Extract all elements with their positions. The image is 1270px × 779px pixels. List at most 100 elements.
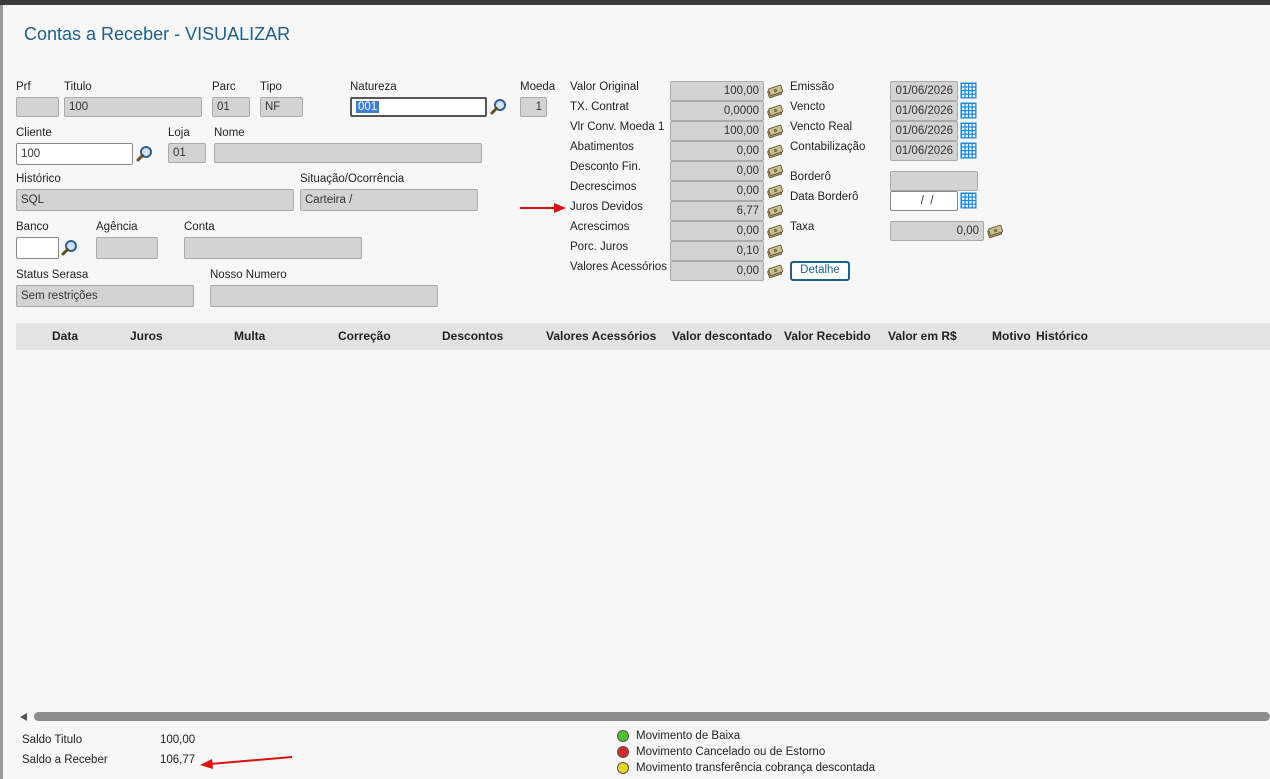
vencto-real-label: Vencto Real <box>790 121 853 133</box>
porc-juros-label: Porc. Juros <box>570 241 629 253</box>
legend-baixa-label: Movimento de Baixa <box>636 730 741 742</box>
col-juros[interactable]: Juros <box>130 329 163 343</box>
valores-acessorios-field[interactable]: 0,00 <box>670 261 764 281</box>
saldo-titulo-value: 100,00 <box>160 734 196 746</box>
col-correcao[interactable]: Correção <box>338 329 391 343</box>
money-icon[interactable] <box>766 103 784 119</box>
saldo-receber-label: Saldo a Receber <box>22 754 108 766</box>
banco-input[interactable] <box>16 237 59 259</box>
calendar-icon[interactable] <box>960 122 977 139</box>
vlr-conv-field[interactable]: 100,00 <box>670 121 764 141</box>
moeda-label: Moeda <box>520 81 556 93</box>
situacao-label: Situação/Ocorrência <box>300 173 405 185</box>
money-icon[interactable] <box>766 123 784 139</box>
money-icon[interactable] <box>766 83 784 99</box>
col-historico[interactable]: Histórico <box>1036 329 1088 343</box>
vlr-conv-label: Vlr Conv. Moeda 1 <box>570 121 665 133</box>
calendar-icon[interactable] <box>960 192 977 209</box>
top-bar <box>0 0 1270 5</box>
tx-contrat-field[interactable]: 0,0000 <box>670 101 764 121</box>
valor-original-field[interactable]: 100,00 <box>670 81 764 101</box>
nosso-numero-label: Nosso Numero <box>210 269 287 281</box>
scroll-left-icon[interactable] <box>18 711 30 723</box>
loja-label: Loja <box>168 127 190 139</box>
decrescimos-label: Decrescimos <box>570 181 637 193</box>
juros-devidos-field[interactable]: 6,77 <box>670 201 764 221</box>
taxa-label: Taxa <box>790 221 815 233</box>
abatimentos-label: Abatimentos <box>570 141 634 153</box>
agencia-label: Agência <box>96 221 138 233</box>
prf-field[interactable] <box>16 97 59 117</box>
parc-field[interactable]: 01 <box>212 97 250 117</box>
money-icon[interactable] <box>766 143 784 159</box>
tipo-field[interactable]: NF <box>260 97 303 117</box>
page-title: Contas a Receber - VISUALIZAR <box>24 24 291 44</box>
legend-red-dot <box>617 746 629 758</box>
col-valor-recebido[interactable]: Valor Recebido <box>784 329 871 343</box>
moeda-field[interactable]: 1 <box>520 97 547 117</box>
legend-cancelado-label: Movimento Cancelado ou de Estorno <box>636 746 826 758</box>
tipo-label: Tipo <box>260 81 282 93</box>
vencto-field[interactable]: 01/06/2026 <box>890 101 958 121</box>
nome-label: Nome <box>214 127 245 139</box>
cliente-input[interactable]: 100 <box>16 143 133 165</box>
desconto-fin-label: Desconto Fin. <box>570 161 641 173</box>
tx-contrat-label: TX. Contrat <box>570 101 629 113</box>
calendar-icon[interactable] <box>960 82 977 99</box>
cliente-label: Cliente <box>16 127 52 139</box>
col-valor-em-rs[interactable]: Valor em R$ <box>888 329 957 343</box>
porc-juros-field[interactable]: 0,10 <box>670 241 764 261</box>
valor-original-label: Valor Original <box>570 81 639 93</box>
legend-transferencia-label: Movimento transferência cobrança descont… <box>636 762 876 774</box>
col-valores-acessorios[interactable]: Valores Acessórios <box>546 329 656 343</box>
horizontal-scrollbar[interactable] <box>34 712 1270 721</box>
contabilizacao-field[interactable]: 01/06/2026 <box>890 141 958 161</box>
decrescimos-field[interactable]: 0,00 <box>670 181 764 201</box>
col-multa[interactable]: Multa <box>234 329 265 343</box>
loja-field[interactable]: 01 <box>168 143 206 163</box>
juros-devidos-label: Juros Devidos <box>570 201 643 213</box>
titulo-field[interactable]: 100 <box>64 97 202 117</box>
emissao-field[interactable]: 01/06/2026 <box>890 81 958 101</box>
money-icon[interactable] <box>766 223 784 239</box>
natureza-input[interactable]: 001 <box>350 97 487 117</box>
nosso-numero-field[interactable] <box>210 285 438 307</box>
money-icon[interactable] <box>986 223 1004 239</box>
titulo-label: Titulo <box>64 81 92 93</box>
money-icon[interactable] <box>766 163 784 179</box>
col-valor-descontado[interactable]: Valor descontado <box>672 329 772 343</box>
nome-field[interactable] <box>214 143 482 163</box>
legend-yellow-dot <box>617 762 629 774</box>
money-icon[interactable] <box>766 183 784 199</box>
situacao-field[interactable]: Carteira / <box>300 189 478 211</box>
status-serasa-field[interactable]: Sem restrições <box>16 285 194 307</box>
col-motivo[interactable]: Motivo <box>992 329 1031 343</box>
historico-label: Histórico <box>16 173 61 185</box>
bordero-label: Borderô <box>790 171 831 183</box>
money-icon[interactable] <box>766 203 784 219</box>
saldo-titulo-label: Saldo Titulo <box>22 734 83 746</box>
desconto-fin-field[interactable]: 0,00 <box>670 161 764 181</box>
vencto-label: Vencto <box>790 101 826 113</box>
vencto-real-field[interactable]: 01/06/2026 <box>890 121 958 141</box>
data-bordero-field[interactable]: / / <box>890 191 958 211</box>
col-descontos[interactable]: Descontos <box>442 329 503 343</box>
conta-field[interactable] <box>184 237 362 259</box>
banco-search-icon[interactable] <box>61 239 79 257</box>
col-data[interactable]: Data <box>52 329 78 343</box>
money-icon[interactable] <box>766 263 784 279</box>
money-icon[interactable] <box>766 243 784 259</box>
taxa-field[interactable]: 0,00 <box>890 221 984 241</box>
cliente-search-icon[interactable] <box>136 145 154 163</box>
detalhe-button[interactable]: Detalhe <box>790 261 850 281</box>
calendar-icon[interactable] <box>960 142 977 159</box>
acrescimos-field[interactable]: 0,00 <box>670 221 764 241</box>
acrescimos-label: Acrescimos <box>570 221 630 233</box>
natureza-label: Natureza <box>350 81 397 93</box>
natureza-search-icon[interactable] <box>490 98 508 116</box>
agencia-field[interactable] <box>96 237 158 259</box>
calendar-icon[interactable] <box>960 102 977 119</box>
abatimentos-field[interactable]: 0,00 <box>670 141 764 161</box>
bordero-field[interactable] <box>890 171 978 191</box>
historico-field[interactable]: SQL <box>16 189 294 211</box>
